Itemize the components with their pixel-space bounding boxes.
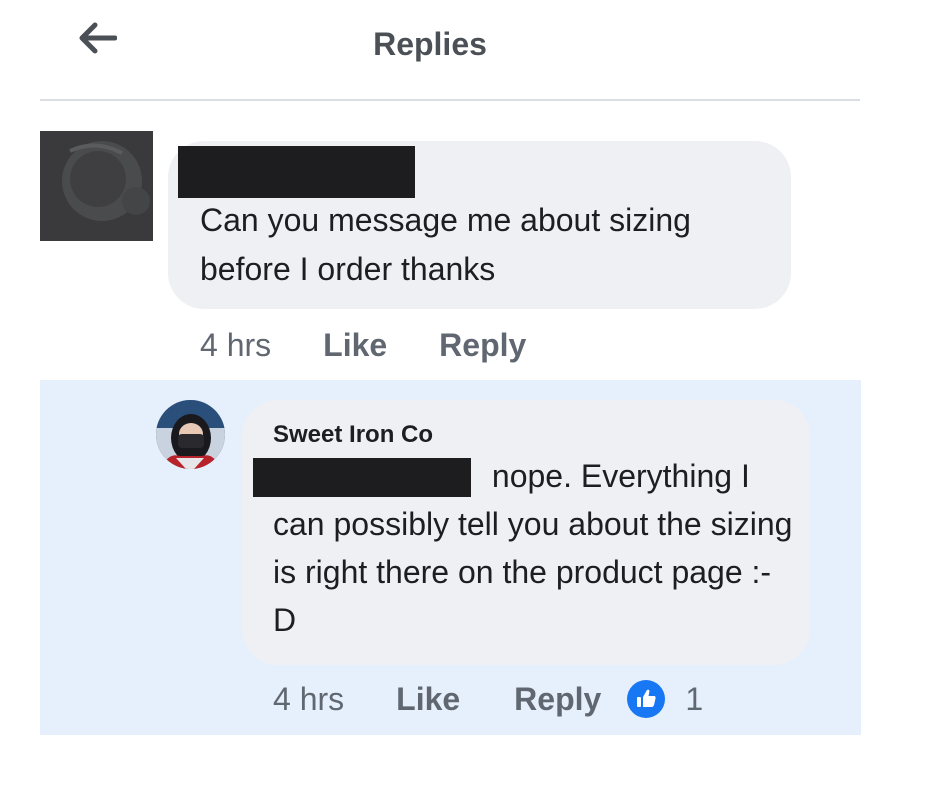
reply-reply-button[interactable]: Reply [514, 681, 601, 718]
reply-text: nope. Everything I can possibly tell you… [273, 452, 793, 644]
reply-text-line1: nope. Everything I [491, 458, 750, 494]
thumbs-up-icon[interactable] [627, 680, 666, 718]
comment-actions: 4 hrs Like Reply [200, 327, 526, 364]
replies-screen: Replies Can you message me about sizing … [0, 0, 940, 788]
page-title: Replies [373, 26, 487, 62]
reply-text-rest: can possibly tell you about the sizing i… [273, 506, 793, 638]
page-avatar[interactable] [156, 400, 225, 469]
reaction-count[interactable]: 1 [685, 681, 703, 718]
reply-author-name[interactable]: Sweet Iron Co [273, 421, 433, 449]
reply-actions: 4 hrs Like Reply 1 [273, 680, 703, 718]
reply-button[interactable]: Reply [439, 327, 526, 364]
commenter-avatar[interactable] [40, 131, 153, 241]
redacted-name [178, 146, 415, 198]
comment-text: Can you message me about sizing before I… [200, 202, 691, 287]
like-button[interactable]: Like [323, 327, 387, 364]
header-divider [40, 99, 860, 101]
comment-timestamp: 4 hrs [200, 327, 272, 363]
reply-like-button[interactable]: Like [396, 681, 460, 718]
reply-timestamp: 4 hrs [273, 680, 345, 717]
